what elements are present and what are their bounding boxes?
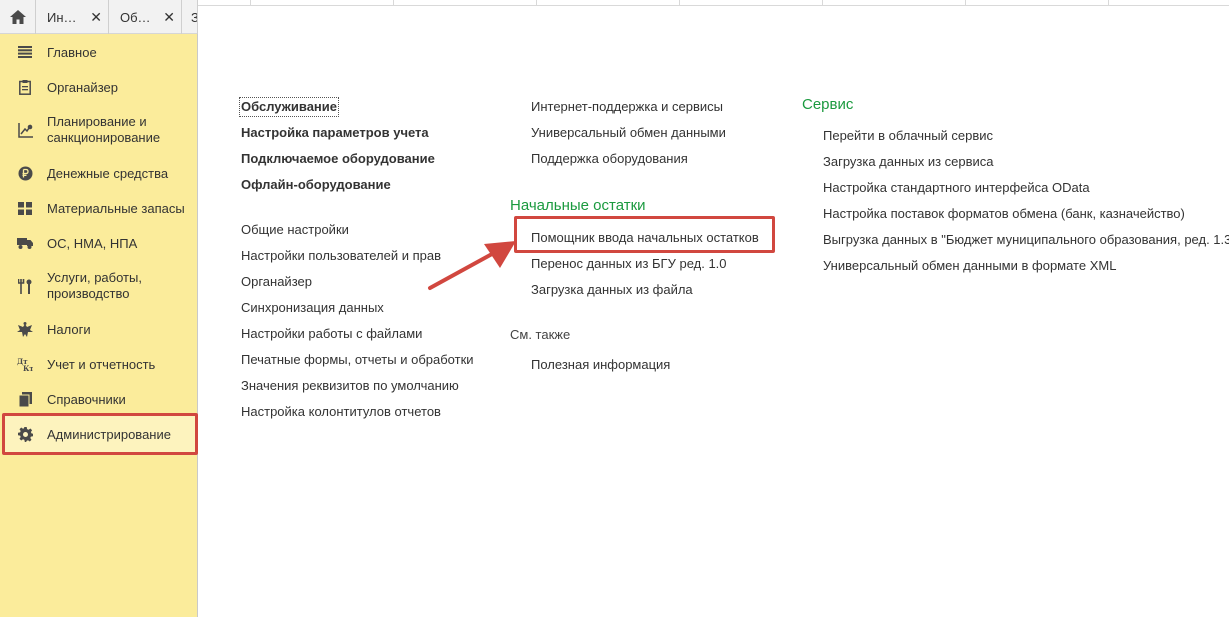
link-organizer[interactable]: Органайзер bbox=[241, 274, 312, 290]
link-print-forms[interactable]: Печатные формы, отчеты и обработки bbox=[241, 352, 474, 368]
link-equipment-support[interactable]: Поддержка оборудования bbox=[531, 151, 688, 167]
link-cloud-service[interactable]: Перейти в облачный сервис bbox=[823, 128, 993, 144]
sidebar-item-label: Администрирование bbox=[47, 427, 171, 442]
link-maintenance[interactable]: Обслуживание bbox=[238, 97, 340, 117]
svg-text:Кт: Кт bbox=[23, 364, 33, 372]
clipboard-icon bbox=[17, 79, 33, 95]
sidebar-item-fixed-assets[interactable]: ОС, НМА, НПА bbox=[0, 235, 198, 253]
sidebar-item-services[interactable]: Услуги, работы, производство bbox=[0, 270, 198, 304]
sidebar-item-label: Материальные запасы bbox=[47, 201, 185, 216]
link-useful-info[interactable]: Полезная информация bbox=[531, 357, 670, 373]
sidebar-item-label: Услуги, работы, производство bbox=[47, 270, 142, 301]
debit-credit-icon: Дт Кт bbox=[17, 356, 33, 372]
tab-bar: Ин… ✕ Об… ✕ З bbox=[0, 0, 198, 34]
link-data-sync[interactable]: Синхронизация данных bbox=[241, 300, 384, 316]
see-also-label: См. также bbox=[510, 327, 571, 342]
link-universal-exchange[interactable]: Универсальный обмен данными bbox=[531, 125, 726, 141]
sidebar: Главное Органайзер Планирование и санкци… bbox=[0, 34, 198, 617]
sidebar-item-label: Справочники bbox=[47, 392, 126, 407]
sidebar-item-organizer[interactable]: Органайзер bbox=[0, 79, 198, 97]
sidebar-item-cash[interactable]: Денежные средства bbox=[0, 165, 198, 183]
gear-icon bbox=[17, 426, 33, 442]
truck-icon bbox=[17, 235, 33, 251]
link-transfer-from-bgu[interactable]: Перенос данных из БГУ ред. 1.0 bbox=[531, 256, 727, 272]
grid-blocks-icon bbox=[17, 200, 33, 216]
link-export-budget[interactable]: Выгрузка данных в "Бюджет муниципального… bbox=[823, 232, 1229, 248]
link-default-values[interactable]: Значения реквизитов по умолчанию bbox=[241, 378, 459, 394]
sidebar-item-label: Главное bbox=[47, 45, 97, 60]
link-file-settings[interactable]: Настройки работы с файлами bbox=[241, 326, 422, 342]
highlight-box bbox=[514, 216, 775, 253]
sidebar-item-accounting[interactable]: Дт Кт Учет и отчетность bbox=[0, 356, 198, 374]
eagle-emblem-icon bbox=[17, 321, 33, 337]
books-icon bbox=[17, 391, 33, 407]
sidebar-item-administration[interactable]: Администрирование bbox=[0, 426, 198, 444]
link-accounting-settings[interactable]: Настройка параметров учета bbox=[241, 125, 429, 141]
link-internet-support[interactable]: Интернет-поддержка и сервисы bbox=[531, 99, 723, 115]
tab-service[interactable]: Об… ✕ bbox=[110, 0, 182, 34]
sidebar-item-label: Органайзер bbox=[47, 80, 118, 95]
tab-label: З bbox=[191, 10, 197, 25]
link-load-from-file[interactable]: Загрузка данных из файла bbox=[531, 282, 693, 298]
menu-lines-icon bbox=[17, 44, 33, 60]
sidebar-item-label: Учет и отчетность bbox=[47, 357, 156, 372]
link-load-from-service[interactable]: Загрузка данных из сервиса bbox=[823, 154, 994, 170]
sidebar-item-label: ОС, НМА, НПА bbox=[47, 236, 138, 251]
link-connected-equipment[interactable]: Подключаемое оборудование bbox=[241, 151, 435, 167]
group-title-service: Сервис bbox=[802, 96, 854, 113]
sidebar-item-main[interactable]: Главное bbox=[0, 44, 198, 62]
tab-third[interactable]: З bbox=[183, 0, 198, 34]
tab-internet-support[interactable]: Ин… ✕ bbox=[37, 0, 109, 34]
group-title-initial-balances: Начальные остатки bbox=[510, 197, 646, 214]
pointer-arrow bbox=[428, 241, 516, 290]
home-button[interactable] bbox=[0, 0, 36, 34]
link-user-settings[interactable]: Настройки пользователей и прав bbox=[241, 248, 441, 264]
close-icon[interactable]: ✕ bbox=[90, 9, 102, 25]
link-exchange-formats[interactable]: Настройка поставок форматов обмена (банк… bbox=[823, 206, 1185, 222]
tab-label: Об… bbox=[120, 9, 151, 25]
sidebar-item-taxes[interactable]: Налоги bbox=[0, 321, 198, 339]
tools-icon bbox=[17, 278, 33, 294]
link-general-settings[interactable]: Общие настройки bbox=[241, 222, 349, 238]
sidebar-item-label: Планирование и санкционирование bbox=[47, 114, 161, 145]
sidebar-item-references[interactable]: Справочники bbox=[0, 391, 198, 409]
ruble-icon bbox=[17, 165, 33, 181]
link-offline-equipment[interactable]: Офлайн-оборудование bbox=[241, 177, 391, 193]
sidebar-item-inventory[interactable]: Материальные запасы bbox=[0, 200, 198, 218]
planning-chart-icon bbox=[17, 122, 33, 138]
link-odata-settings[interactable]: Настройка стандартного интерфейса OData bbox=[823, 180, 1090, 196]
sidebar-item-label: Денежные средства bbox=[47, 166, 169, 181]
sidebar-item-planning[interactable]: Планирование и санкционирование bbox=[0, 114, 198, 148]
main-content: Обслуживание Настройка параметров учета … bbox=[199, 6, 1229, 617]
tab-label: Ин… bbox=[47, 9, 77, 25]
home-icon bbox=[9, 10, 26, 24]
link-xml-exchange[interactable]: Универсальный обмен данными в формате XM… bbox=[823, 258, 1116, 274]
close-icon[interactable]: ✕ bbox=[163, 9, 175, 25]
link-report-headers[interactable]: Настройка колонтитулов отчетов bbox=[241, 404, 441, 420]
sidebar-item-label: Налоги bbox=[47, 322, 91, 337]
